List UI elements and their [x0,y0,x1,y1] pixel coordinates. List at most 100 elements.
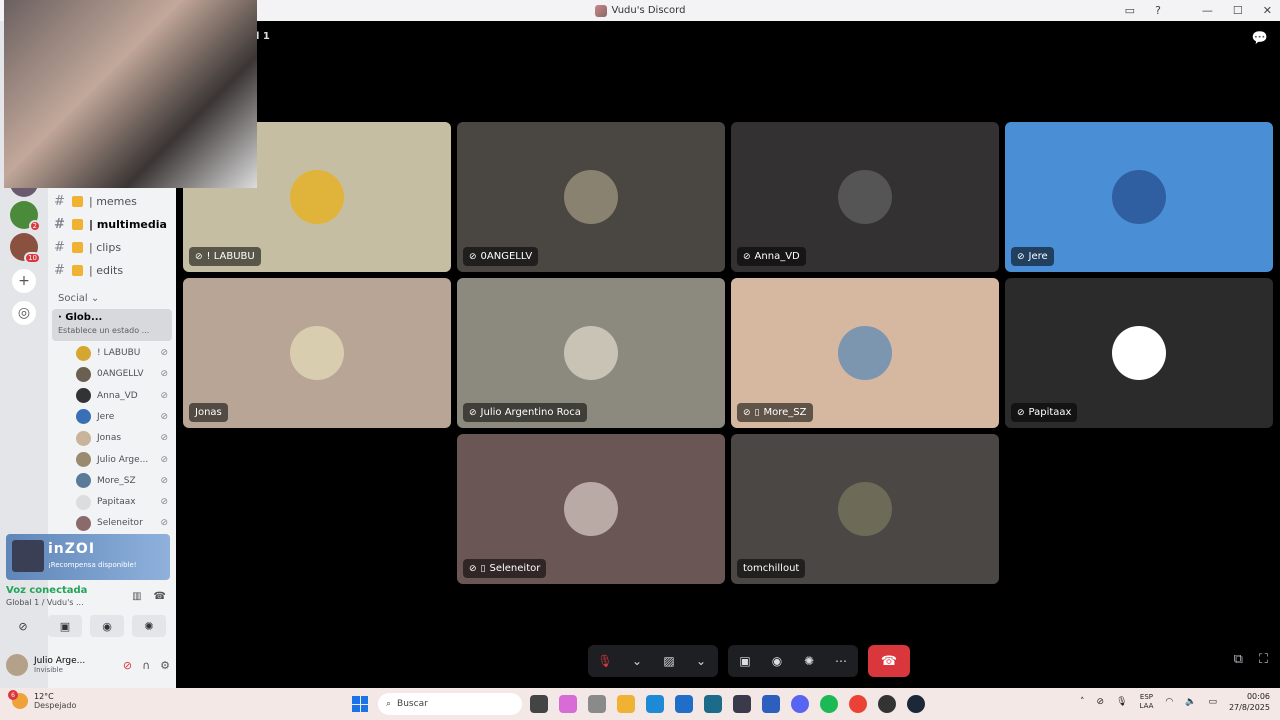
headphones-icon[interactable]: ∩ [142,659,150,672]
taskbar-app-icon[interactable] [646,695,664,713]
avatar [76,409,91,425]
screen-share-button[interactable]: ▣ [48,615,82,637]
camera-off-button[interactable]: ⊘ [6,615,40,637]
mic-options-chevron-icon[interactable]: ⌄ [626,654,648,668]
voice-user-name: 0ANGELLV [97,369,144,380]
disconnect-icon[interactable]: ☎ [154,591,166,602]
help-icon[interactable]: ? [1155,4,1161,17]
weather-temp: 12°C [34,692,54,701]
close-button[interactable]: ✕ [1263,4,1272,17]
camera-options-chevron-icon[interactable]: ⌄ [690,654,712,668]
taskbar-app-icon[interactable] [675,695,693,713]
taskbar-app-icon[interactable] [733,695,751,713]
voice-user[interactable]: Julio Arge... ⊘ [76,450,168,470]
gear-icon[interactable]: ⚙ [160,659,170,672]
video-tile[interactable]: ⊘ Anna_VD [731,122,999,272]
taskbar-app-icon[interactable] [878,695,896,713]
language-indicator[interactable]: ESP LAA [1140,693,1154,711]
channel-item[interactable]: # | edits [54,260,172,280]
server-icon[interactable]: 10 [10,233,41,264]
taskbar-app-icon[interactable] [588,695,606,713]
chat-icon[interactable]: 💬 [1252,31,1268,46]
mic-muted-icon: ⊘ [1017,251,1025,262]
taskbar-app-icon[interactable] [762,695,780,713]
video-tile[interactable]: ⊘ Papitaax [1005,278,1273,428]
chevron-up-icon[interactable]: ˄ [1080,697,1085,707]
taskbar-app-icon[interactable] [530,695,548,713]
user-name[interactable]: Julio Arge... [34,656,85,666]
voice-user-name: Anna_VD [97,390,138,401]
popout-icon[interactable]: ⧉ [1234,652,1243,667]
voice-user[interactable]: ! LABUBU ⊘ [76,343,168,363]
noise-suppression-icon[interactable]: ▥ [132,591,141,602]
more-options-icon[interactable]: ⋯ [830,654,852,668]
participant-name: Papitaax [1028,407,1072,418]
weather-widget[interactable]: 6 12°C Despejado [8,690,76,710]
weather-badge: 6 [8,690,18,700]
camera-toggle-button[interactable]: ▨ [658,654,680,668]
avatar [838,482,892,536]
voice-user[interactable]: Seleneitor ⊘ [76,513,168,533]
server-icon[interactable]: 2 [10,201,41,232]
video-tile[interactable]: ⊘ ▯ More_SZ [731,278,999,428]
channel-item[interactable]: # | clips [54,237,172,257]
call-area: l 1 💬 ⊘! LABUBU ⊘ 0ANGELLV ⊘ Anna_VD ⊘ Jere Jon… [176,21,1280,688]
voice-user[interactable]: 0ANGELLV ⊘ [76,364,168,384]
video-tile[interactable]: ⊘ 0ANGELLV [457,122,725,272]
taskbar-app-icon[interactable] [820,695,838,713]
start-button[interactable] [352,696,368,712]
fullscreen-icon[interactable]: ⛶ [1259,652,1268,667]
promo-banner[interactable]: inZOI ¡Recompensa disponible! [6,534,170,580]
video-tile[interactable]: ⊘ ▯ Seleneitor [457,434,725,584]
video-tile[interactable]: ⊘ Jere [1005,122,1273,272]
taskbar-app-icon[interactable] [849,695,867,713]
voice-user[interactable]: Anna_VD ⊘ [76,386,168,406]
soundboard-icon[interactable]: ✺ [798,654,820,668]
voice-user[interactable]: Jonas ⊘ [76,428,168,448]
call-controls: 🎙 ⌄ ▨ ⌄ ▣ ◉ ✺ ⋯ ☎ [588,645,910,677]
wifi-icon[interactable]: ◠ [1165,697,1173,707]
discover-icon[interactable]: ◎ [12,301,36,325]
voice-channel-global[interactable]: · Glob... Establece un estado ... [52,309,172,341]
voice-user[interactable]: Papitaax ⊘ [76,492,168,512]
clock[interactable]: 00:06 27/8/2025 [1229,691,1270,713]
video-tile[interactable]: ⊘ Julio Argentino Roca [457,278,725,428]
avatar[interactable] [6,654,28,676]
minimize-button[interactable]: — [1202,4,1213,17]
voice-user[interactable]: More_SZ ⊘ [76,471,168,491]
share-group: ▣ ◉ ✺ ⋯ [728,645,858,677]
voice-channel-name: · Glob... [58,312,103,323]
mic-muted-icon: ⊘ [743,407,751,418]
participant-name: Julio Argentino Roca [480,407,581,418]
screen-share-icon[interactable]: ▣ [734,654,756,668]
mic-muted-icon: ⊘ [160,411,168,422]
taskbar-app-icon[interactable] [907,695,925,713]
category-social[interactable]: Social ⌄ [58,293,99,304]
mic-icon[interactable]: 🎙 [1116,697,1127,707]
taskbar-app-icon[interactable] [791,695,809,713]
participant-tag: ⊘ ▯ More_SZ [737,403,813,422]
activity-button[interactable]: ◉ [90,615,124,637]
inbox-icon[interactable]: ▭ [1125,4,1135,17]
disconnect-button[interactable]: ☎ [868,645,910,677]
battery-icon[interactable]: ▭ [1208,697,1217,707]
video-tile[interactable]: Jonas [183,278,451,428]
soundboard-button[interactable]: ✺ [132,615,166,637]
volume-icon[interactable]: 🔈 [1185,697,1196,707]
network-off-icon[interactable]: ⊘ [1097,697,1105,707]
taskbar-app-icon[interactable] [704,695,722,713]
taskbar-search[interactable]: ⌕ Buscar [378,693,522,715]
voice-user[interactable]: Jere ⊘ [76,407,168,427]
add-server-icon[interactable]: + [12,269,36,293]
taskbar-app-icon[interactable] [559,695,577,713]
taskbar-app-icon[interactable] [617,695,635,713]
voice-user-name: ! LABUBU [97,348,141,358]
channel-item[interactable]: # | multimedia [54,214,172,234]
video-tile[interactable]: tomchillout [731,434,999,584]
mic-toggle-button[interactable]: 🎙 [594,654,616,668]
maximize-button[interactable]: ☐ [1233,4,1243,17]
participant-tag: ⊘ Julio Argentino Roca [463,403,587,422]
mic-muted-icon[interactable]: ⊘ [123,659,132,672]
activity-icon[interactable]: ◉ [766,654,788,668]
channel-item[interactable]: # | memes [54,191,172,211]
